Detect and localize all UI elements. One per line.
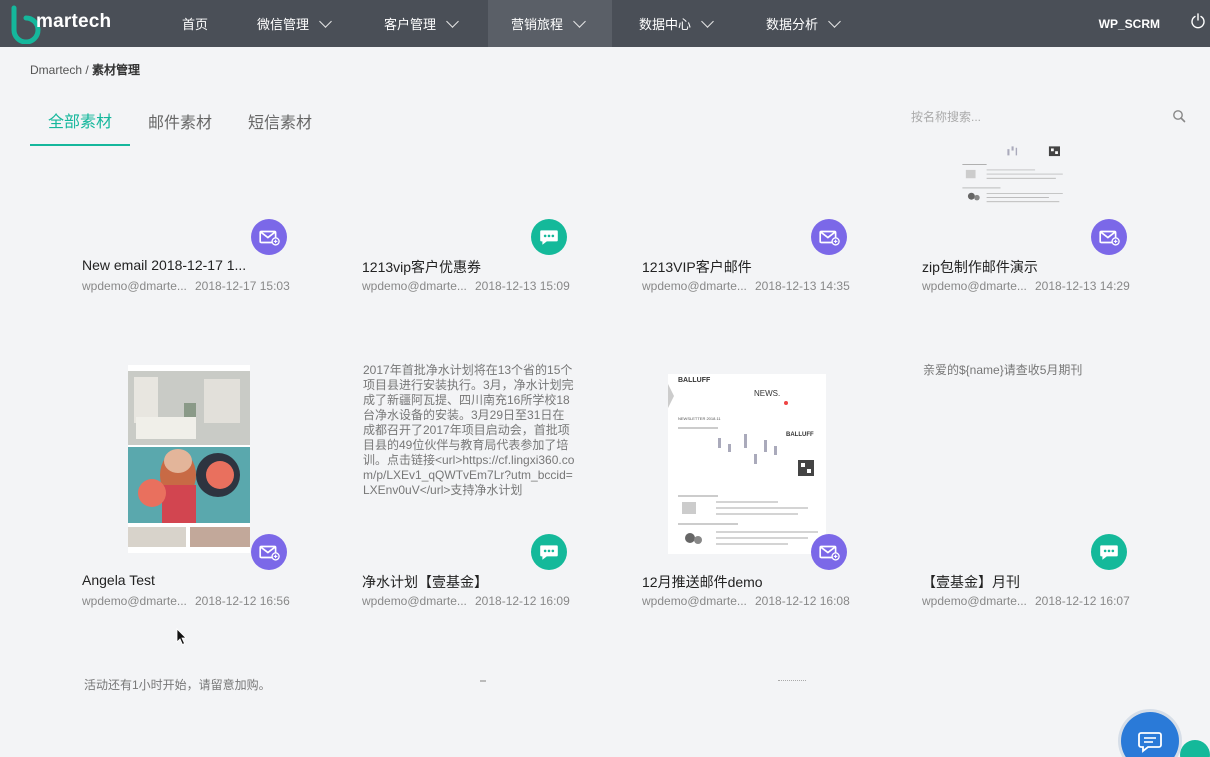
material-card[interactable]: New email 2018-12-17 1... wpdemo@dmarte.… [82,129,322,329]
material-card[interactable]: 1213VIP客户邮件 wpdemo@dmarte... 2018-12-13 1… [642,129,882,329]
card-title: 1213VIP客户邮件 [642,259,752,275]
card-author: wpdemo@dmarte... [642,279,747,293]
card-author: wpdemo@dmarte... [922,594,1027,608]
breadcrumb: Dmartech / 素材管理 [30,61,140,78]
nav-analytics-label: 数据分析 [766,17,819,32]
card-author: wpdemo@dmarte... [642,594,747,608]
material-card[interactable]: 2017年首批净水计划将在13个省的15个项目县进行安装执行。3月，净水计划完成… [362,363,602,644]
nav-customers-label: 客户管理 [384,17,437,32]
nav-analytics[interactable]: 数据分析 [766,0,841,47]
material-card[interactable]: BALLUFF NEWS. NEWSLETTER 2018.11 BALLUFF… [642,374,882,644]
search-input[interactable] [902,104,1172,130]
sms-preview-text: 亲爱的${name}请查收5月期刊 [923,363,1083,377]
card-date: 2018-12-13 14:29 [1035,279,1130,293]
card-title: 净水计划【壹基金】 [362,574,488,590]
card-meta: wpdemo@dmarte... 2018-12-13 15:09 [362,279,570,293]
card-meta: wpdemo@dmarte... 2018-12-12 16:56 [82,594,290,608]
breadcrumb-separator: / [82,63,93,77]
email-badge-icon [251,534,287,570]
card-meta: wpdemo@dmarte... 2018-12-13 14:35 [642,279,850,293]
nav-customers[interactable]: 客户管理 [384,0,459,47]
nav-wechat[interactable]: 微信管理 [257,0,332,47]
card-date: 2018-12-12 16:07 [1035,594,1130,608]
breadcrumb-root[interactable]: Dmartech [30,63,82,77]
card-title: zip包制作邮件演示 [922,259,1038,275]
user-menu[interactable]: WP_SCRM [1099,0,1160,47]
thumbnail-fragment[interactable] [480,680,486,682]
thumbnail-fragment[interactable] [778,680,806,686]
chevron-down-icon [446,14,459,28]
newsletter-brand: BALLUFF [678,377,711,384]
nav-home-label: 首页 [182,17,209,32]
email-thumbnail-photo [128,365,250,553]
chevron-down-icon [701,14,714,28]
chevron-down-icon [573,14,586,28]
search-icon[interactable] [1172,109,1186,123]
mouse-cursor-icon [176,628,187,646]
martech-logo[interactable]: martech [8,4,118,44]
card-author: wpdemo@dmarte... [82,279,187,293]
card-author: wpdemo@dmarte... [922,279,1027,293]
chevron-down-icon [828,14,841,28]
newsletter-art: BALLUFF NEWS. NEWSLETTER 2018.11 BALLUFF [668,377,818,545]
card-title: 【壹基金】月刊 [922,574,1020,590]
newsletter-thumbnail: BALLUFF NEWS. NEWSLETTER 2018.11 BALLUFF [668,374,826,554]
card-meta: wpdemo@dmarte... 2018-12-12 16:08 [642,594,850,608]
card-title: 12月推送邮件demo [642,574,763,590]
card-author: wpdemo@dmarte... [362,594,467,608]
email-badge-icon [1091,219,1127,255]
notification-dot[interactable] [1180,740,1210,757]
user-name: WP_SCRM [1098,16,1160,31]
card-author: wpdemo@dmarte... [82,594,187,608]
material-card[interactable]: 1213vip客户优惠券 wpdemo@dmarte... 2018-12-13 … [362,129,602,329]
chevron-down-icon [319,14,332,28]
material-card[interactable]: 亲爱的${name}请查收5月期刊 【壹基金】月刊 wpdemo@dmarte.… [922,363,1162,644]
card-date: 2018-12-17 15:03 [195,279,290,293]
email-badge-icon [251,219,287,255]
sms-badge-icon [531,219,567,255]
nav-data-center-label: 数据中心 [639,17,692,32]
card-meta: wpdemo@dmarte... 2018-12-17 15:03 [82,279,290,293]
newsletter-brand-2: BALLUFF [786,432,814,438]
card-title: Angela Test [82,572,155,588]
email-badge-icon [811,534,847,570]
material-card[interactable]: Angela Test wpdemo@dmarte... 2018-12-12 1… [82,365,322,644]
email-badge-icon [811,219,847,255]
nav-home[interactable]: 首页 [182,0,208,47]
card-author: wpdemo@dmarte... [362,279,467,293]
top-navbar: martech 首页 微信管理 客户管理 营销旅程 数据中心 数据分析 WP_S… [0,0,1210,47]
chat-icon [1138,732,1162,753]
sms-preview-text[interactable]: 活动还有1小时开始，请留意加购。 [84,678,304,693]
nav-journey[interactable]: 营销旅程 [488,0,612,47]
sms-badge-icon [531,534,567,570]
card-date: 2018-12-12 16:56 [195,594,290,608]
logo-text: martech [36,11,112,32]
power-icon[interactable] [1190,13,1206,29]
sms-badge-icon [1091,534,1127,570]
sms-preview-text: 2017年首批净水计划将在13个省的15个项目县进行安装执行。3月，净水计划完成… [363,363,575,497]
card-title: New email 2018-12-17 1... [82,257,247,273]
nav-wechat-label: 微信管理 [257,17,310,32]
card-title: 1213vip客户优惠券 [362,259,482,275]
chat-button[interactable] [1121,712,1179,757]
search-box [902,104,1192,130]
newsletter-label: NEWSLETTER 2018.11 [678,416,721,421]
card-meta: wpdemo@dmarte... 2018-12-13 14:29 [922,279,1130,293]
newsletter-heading: NEWS. [754,389,780,398]
material-card[interactable]: zip包制作邮件演示 wpdemo@dmarte... 2018-12-13 14… [922,129,1162,329]
card-date: 2018-12-13 14:35 [755,279,850,293]
card-date: 2018-12-12 16:09 [475,594,570,608]
card-meta: wpdemo@dmarte... 2018-12-12 16:09 [362,594,570,608]
nav-data-center[interactable]: 数据中心 [639,0,714,47]
card-meta: wpdemo@dmarte... 2018-12-12 16:07 [922,594,1130,608]
breadcrumb-current: 素材管理 [92,63,141,77]
card-date: 2018-12-13 15:09 [475,279,570,293]
nav-journey-label: 营销旅程 [511,17,564,32]
card-date: 2018-12-12 16:08 [755,594,850,608]
